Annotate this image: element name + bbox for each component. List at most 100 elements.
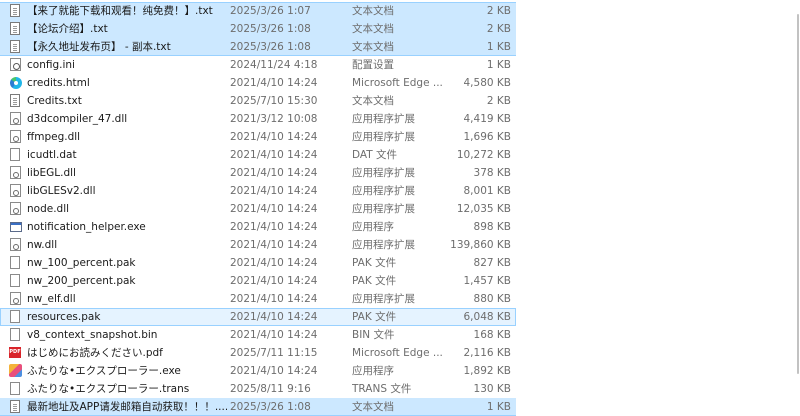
file-type: PAK 文件 [352, 311, 397, 323]
file-row[interactable]: notification_helper.exe 2021/4/10 14:24 应用… [0, 218, 516, 236]
file-row[interactable]: v8_context_snapshot.bin 2021/4/10 14:24 BI… [0, 326, 516, 344]
file-size: 2 KB [486, 23, 511, 35]
file-date-modified: 2025/7/11 11:15 [230, 347, 318, 359]
dll-file-icon [10, 292, 21, 305]
file-date-modified: 2021/4/10 14:24 [230, 329, 318, 341]
file-size: 8,001 KB [463, 185, 512, 197]
file-type: PAK 文件 [352, 257, 397, 269]
file-name: nw.dll [27, 239, 58, 251]
file-size: 139,860 KB [450, 239, 511, 251]
file-name: 【论坛介绍】.txt [27, 23, 108, 35]
file-row[interactable]: d3dcompiler_47.dll 2021/3/12 10:08 应用程序扩展 4… [0, 110, 516, 128]
file-size: 1 KB [486, 401, 511, 413]
blank-file-icon [10, 382, 20, 395]
scrollbar-thumb[interactable] [797, 14, 799, 374]
file-row[interactable]: Credits.txt 2025/7/10 15:30 文本文档 2 KB [0, 92, 516, 110]
file-row[interactable]: nw_200_percent.pak 2021/4/10 14:24 PAK 文件 1… [0, 272, 516, 290]
file-date-modified: 2021/4/10 14:24 [230, 365, 318, 377]
file-row[interactable]: libGLESv2.dll 2021/4/10 14:24 应用程序扩展 8,001 … [0, 182, 516, 200]
file-row[interactable]: 【论坛介绍】.txt 2025/3/26 1:08 文本文档 2 KB [0, 20, 516, 38]
file-type: Microsoft Edge ... [352, 347, 443, 359]
file-date-modified: 2025/3/26 1:07 [230, 5, 311, 17]
blank-file-icon [10, 328, 20, 341]
file-row[interactable]: 最新地址及APP请发邮箱自动获取！！！.... 2025/3/26 1:08 文本文… [0, 398, 516, 416]
app-icon [9, 364, 22, 377]
file-row[interactable]: 【永久地址发布页】 - 副本.txt 2025/3/26 1:08 文本文档 1 KB [0, 38, 516, 56]
file-type: 应用程序扩展 [352, 167, 415, 179]
file-date-modified: 2021/4/10 14:24 [230, 311, 318, 323]
file-type: 应用程序扩展 [352, 185, 415, 197]
file-date-modified: 2021/4/10 14:24 [230, 239, 318, 251]
file-row[interactable]: ふたりな•エクスプローラー.exe 2021/4/10 14:24 应用程序 1,89… [0, 362, 516, 380]
file-size: 827 KB [473, 257, 511, 269]
file-name: ふたりな•エクスプローラー.trans [27, 383, 190, 395]
file-date-modified: 2025/8/11 9:16 [230, 383, 311, 395]
dll-file-icon [10, 112, 21, 125]
file-type: 文本文档 [352, 401, 394, 413]
file-row[interactable]: PDF はじめにお読みください.pdf 2025/7/11 11:15 Microso… [0, 344, 516, 362]
edge-icon [10, 77, 22, 89]
file-size: 6,048 KB [463, 311, 512, 323]
file-row[interactable]: nw.dll 2021/4/10 14:24 应用程序扩展 139,860 KB [0, 236, 516, 254]
file-size: 880 KB [473, 293, 511, 305]
file-size: 1,696 KB [463, 131, 512, 143]
file-name: resources.pak [27, 311, 101, 323]
file-date-modified: 2021/4/10 14:24 [230, 293, 318, 305]
file-date-modified: 2024/11/24 4:18 [230, 59, 318, 71]
file-type: TRANS 文件 [352, 383, 412, 395]
text-file-icon [10, 22, 20, 35]
file-name: notification_helper.exe [27, 221, 146, 233]
file-size: 378 KB [473, 167, 511, 179]
file-name: 【永久地址发布页】 - 副本.txt [27, 41, 171, 53]
file-type: 文本文档 [352, 5, 394, 17]
file-name: config.ini [27, 59, 75, 71]
file-size: 4,580 KB [463, 77, 512, 89]
file-name: nw_elf.dll [27, 293, 76, 305]
file-row[interactable]: libEGL.dll 2021/4/10 14:24 应用程序扩展 378 KB [0, 164, 516, 182]
text-file-icon [10, 4, 20, 17]
file-date-modified: 2021/4/10 14:24 [230, 185, 318, 197]
file-size: 898 KB [473, 221, 511, 233]
file-type: 应用程序扩展 [352, 293, 415, 305]
file-type: 应用程序 [352, 365, 394, 377]
file-row[interactable]: icudtl.dat 2021/4/10 14:24 DAT 文件 10,272 KB [0, 146, 516, 164]
file-type: DAT 文件 [352, 149, 398, 161]
text-file-icon [10, 400, 20, 413]
file-row[interactable]: credits.html 2021/4/10 14:24 Microsoft Edg… [0, 74, 516, 92]
file-type: 应用程序扩展 [352, 203, 415, 215]
file-list: 【来了就能下载和观看！纯免费！】.txt 2025/3/26 1:07 文本文档 2 … [0, 2, 516, 416]
file-name: ffmpeg.dll [27, 131, 81, 143]
file-name: libGLESv2.dll [27, 185, 96, 197]
file-row[interactable]: nw_elf.dll 2021/4/10 14:24 应用程序扩展 880 KB [0, 290, 516, 308]
file-date-modified: 2021/4/10 14:24 [230, 203, 318, 215]
settings-file-icon [10, 58, 21, 71]
file-size: 1 KB [486, 59, 511, 71]
file-row[interactable]: 【来了就能下载和观看！纯免费！】.txt 2025/3/26 1:07 文本文档 2 … [0, 2, 516, 20]
file-type: 应用程序扩展 [352, 239, 415, 251]
file-row[interactable]: ffmpeg.dll 2021/4/10 14:24 应用程序扩展 1,696 KB [0, 128, 516, 146]
file-date-modified: 2021/4/10 14:24 [230, 221, 318, 233]
file-type: PAK 文件 [352, 275, 397, 287]
file-name: libEGL.dll [27, 167, 76, 179]
file-name: credits.html [27, 77, 90, 89]
file-size: 12,035 KB [456, 203, 511, 215]
file-size: 10,272 KB [456, 149, 511, 161]
file-name: node.dll [27, 203, 70, 215]
file-size: 168 KB [473, 329, 511, 341]
file-row[interactable]: resources.pak 2021/4/10 14:24 PAK 文件 6,048 … [0, 308, 516, 326]
file-size: 2 KB [486, 5, 511, 17]
file-type: 文本文档 [352, 41, 394, 53]
file-date-modified: 2021/3/12 10:08 [230, 113, 318, 125]
dll-file-icon [10, 202, 21, 215]
file-row[interactable]: ふたりな•エクスプローラー.trans 2025/8/11 9:16 TRANS 文… [0, 380, 516, 398]
file-row[interactable]: nw_100_percent.pak 2021/4/10 14:24 PAK 文件 8… [0, 254, 516, 272]
file-row[interactable]: config.ini 2024/11/24 4:18 配置设置 1 KB [0, 56, 516, 74]
file-type: 文本文档 [352, 95, 394, 107]
vertical-scrollbar[interactable] [796, 0, 800, 409]
file-name: ふたりな•エクスプローラー.exe [27, 365, 181, 377]
file-row[interactable]: node.dll 2021/4/10 14:24 应用程序扩展 12,035 KB [0, 200, 516, 218]
dll-file-icon [10, 184, 21, 197]
text-file-icon [10, 94, 20, 107]
blank-file-icon [10, 274, 20, 287]
file-size: 4,419 KB [463, 113, 512, 125]
